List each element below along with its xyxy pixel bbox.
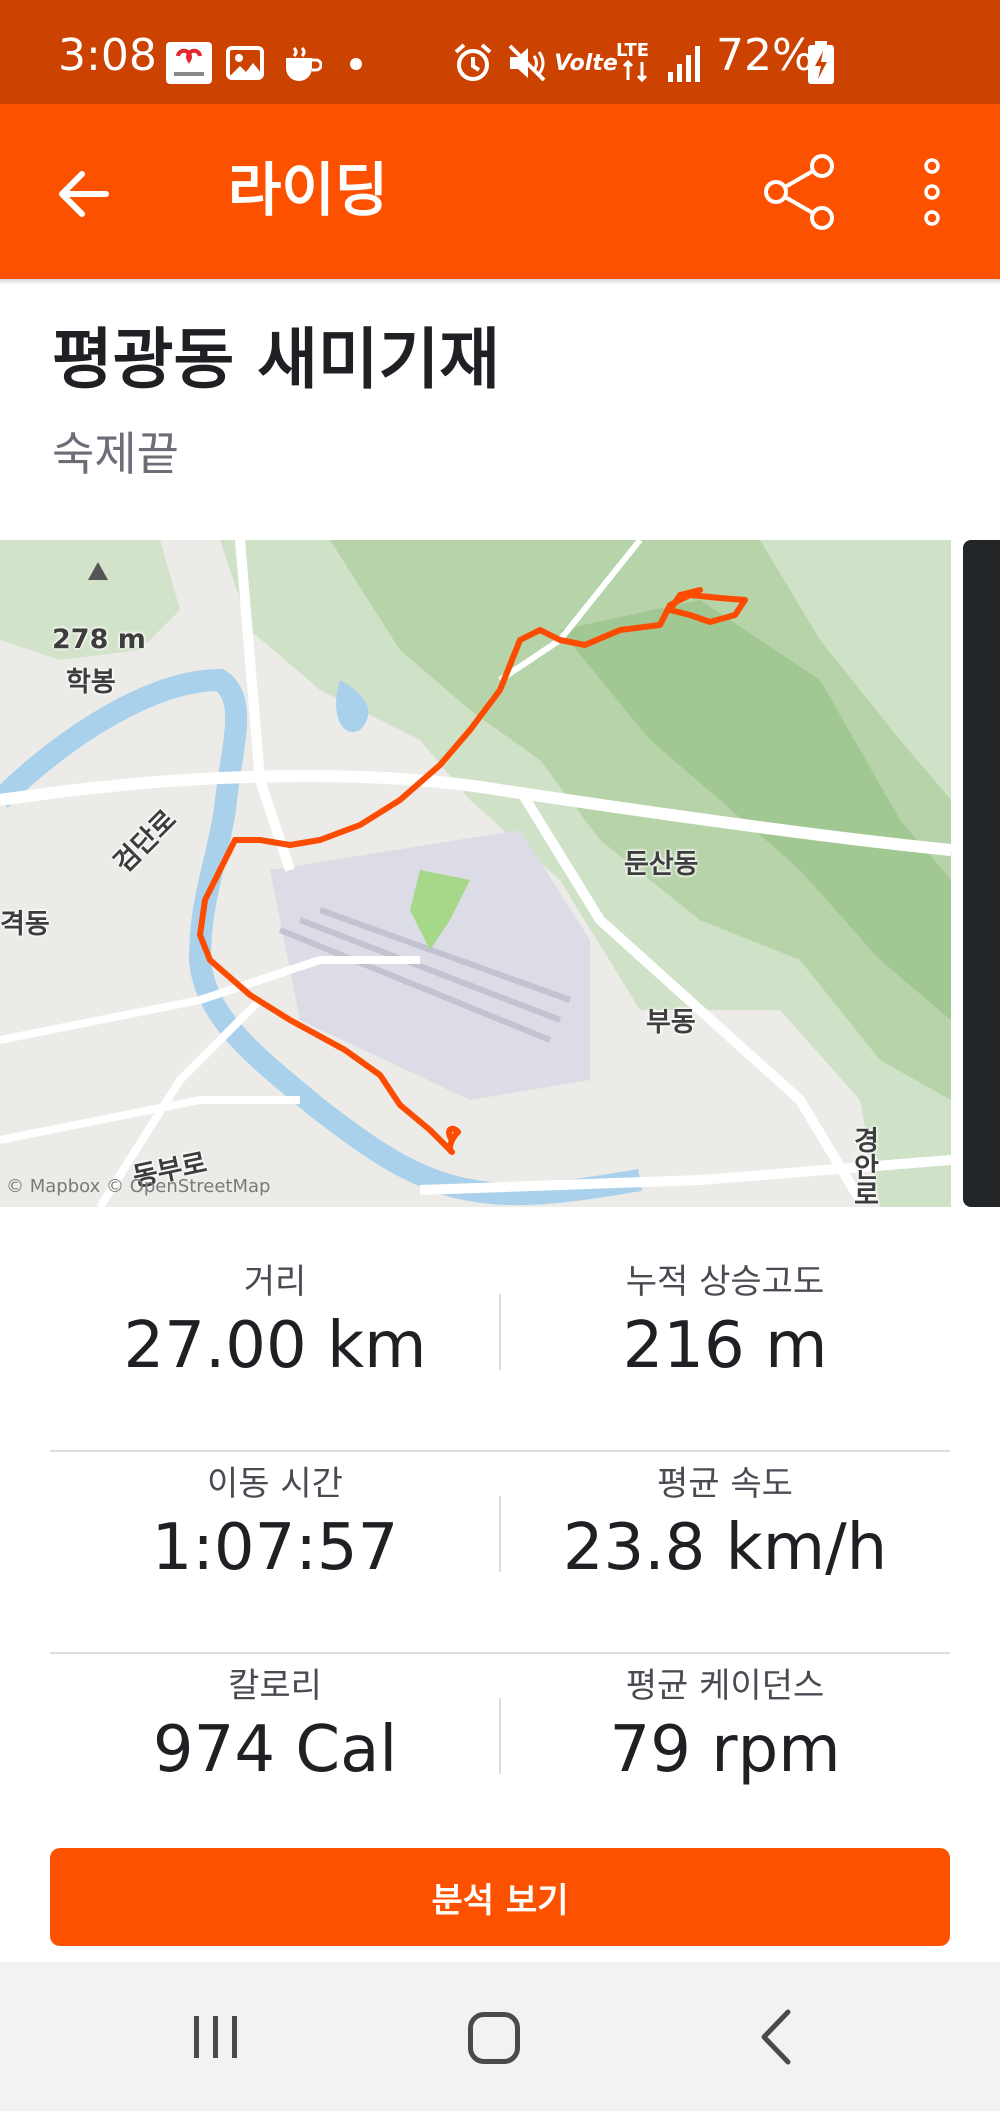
stat-label: 이동 시간	[207, 1464, 343, 1504]
benepia-icon	[166, 42, 212, 84]
signal-icon	[666, 44, 704, 84]
map-label-road-3: 경안로	[848, 1126, 879, 1207]
stat-distance: 거리 27.00 km	[50, 1250, 500, 1385]
stat-label: 거리	[243, 1262, 307, 1302]
stat-label: 평균 케이던스	[625, 1666, 825, 1706]
stat-value: 23.8 km/h	[562, 1511, 888, 1586]
svg-text:LTE: LTE	[616, 40, 649, 61]
mute-icon	[506, 42, 548, 84]
gallery-icon	[226, 46, 264, 80]
stat-label: 평균 속도	[657, 1464, 793, 1504]
coffee-cup-icon	[282, 44, 322, 82]
status-time: 3:08	[58, 30, 157, 81]
map-label-district-3: 격동	[0, 909, 50, 940]
stats-grid: 거리 27.00 km 누적 상승고도 216 m 이동 시간 1:07:57 …	[50, 1250, 950, 1856]
system-nav-bar	[0, 1962, 1000, 2111]
view-analysis-button[interactable]: 분석 보기	[50, 1848, 950, 1946]
stat-row: 칼로리 974 Cal 평균 케이던스 79 rpm	[50, 1654, 950, 1856]
map-label-district-1: 둔산동	[624, 849, 699, 880]
activity-location: 숙제끝	[52, 427, 179, 481]
stat-value: 974 Cal	[152, 1713, 398, 1788]
alarm-icon	[452, 42, 494, 84]
stat-row: 거리 27.00 km 누적 상승고도 216 m	[50, 1250, 950, 1452]
lte-data-icon: LTE	[616, 38, 658, 84]
stat-value: 216 m	[622, 1309, 828, 1384]
nav-back-icon[interactable]	[756, 2008, 796, 2066]
map-label-peak-name: 학봉	[66, 667, 116, 698]
stat-elevation-gain: 누적 상승고도 216 m	[500, 1250, 950, 1385]
app-bar: 라이딩	[0, 104, 1000, 279]
stat-value: 1:07:57	[151, 1511, 399, 1586]
route-map[interactable]: 278 m 학봉 검단로 둔산동 부동 격동 동부로 경안로 © Mapbox …	[0, 540, 951, 1207]
notification-dot-icon	[350, 58, 362, 70]
battery-charging-icon	[806, 40, 836, 86]
map-label-peak-elevation: 278 m	[52, 624, 146, 655]
battery-percent: 72%	[716, 30, 814, 81]
activity-title: 평광동 새미기재	[52, 321, 501, 398]
stat-moving-time: 이동 시간 1:07:57	[50, 1452, 500, 1587]
more-vertical-icon[interactable]	[912, 152, 952, 232]
next-media-preview[interactable]	[963, 540, 1000, 1207]
stat-average-cadence: 평균 케이던스 79 rpm	[500, 1654, 950, 1789]
map-attribution[interactable]: © Mapbox © OpenStreetMap	[6, 1176, 270, 1197]
page-title: 라이딩	[228, 156, 389, 224]
stat-average-speed: 평균 속도 23.8 km/h	[500, 1452, 950, 1587]
stat-label: 누적 상승고도	[625, 1262, 825, 1302]
status-bar: 3:08 Volte LTE 72%	[0, 0, 1000, 104]
stat-calories: 칼로리 974 Cal	[50, 1654, 500, 1789]
stat-value: 79 rpm	[609, 1713, 841, 1788]
volte-icon: Volte	[554, 50, 618, 76]
home-icon[interactable]	[468, 2012, 520, 2064]
recent-apps-icon[interactable]	[192, 2014, 240, 2060]
stat-value: 27.00 km	[123, 1309, 427, 1384]
map-label-district-2: 부동	[646, 1007, 696, 1038]
share-icon[interactable]	[760, 152, 840, 232]
arrow-left-icon[interactable]	[52, 162, 116, 226]
stat-row: 이동 시간 1:07:57 평균 속도 23.8 km/h	[50, 1452, 950, 1654]
stat-label: 칼로리	[228, 1666, 322, 1706]
app-bar-shadow	[0, 279, 1000, 285]
